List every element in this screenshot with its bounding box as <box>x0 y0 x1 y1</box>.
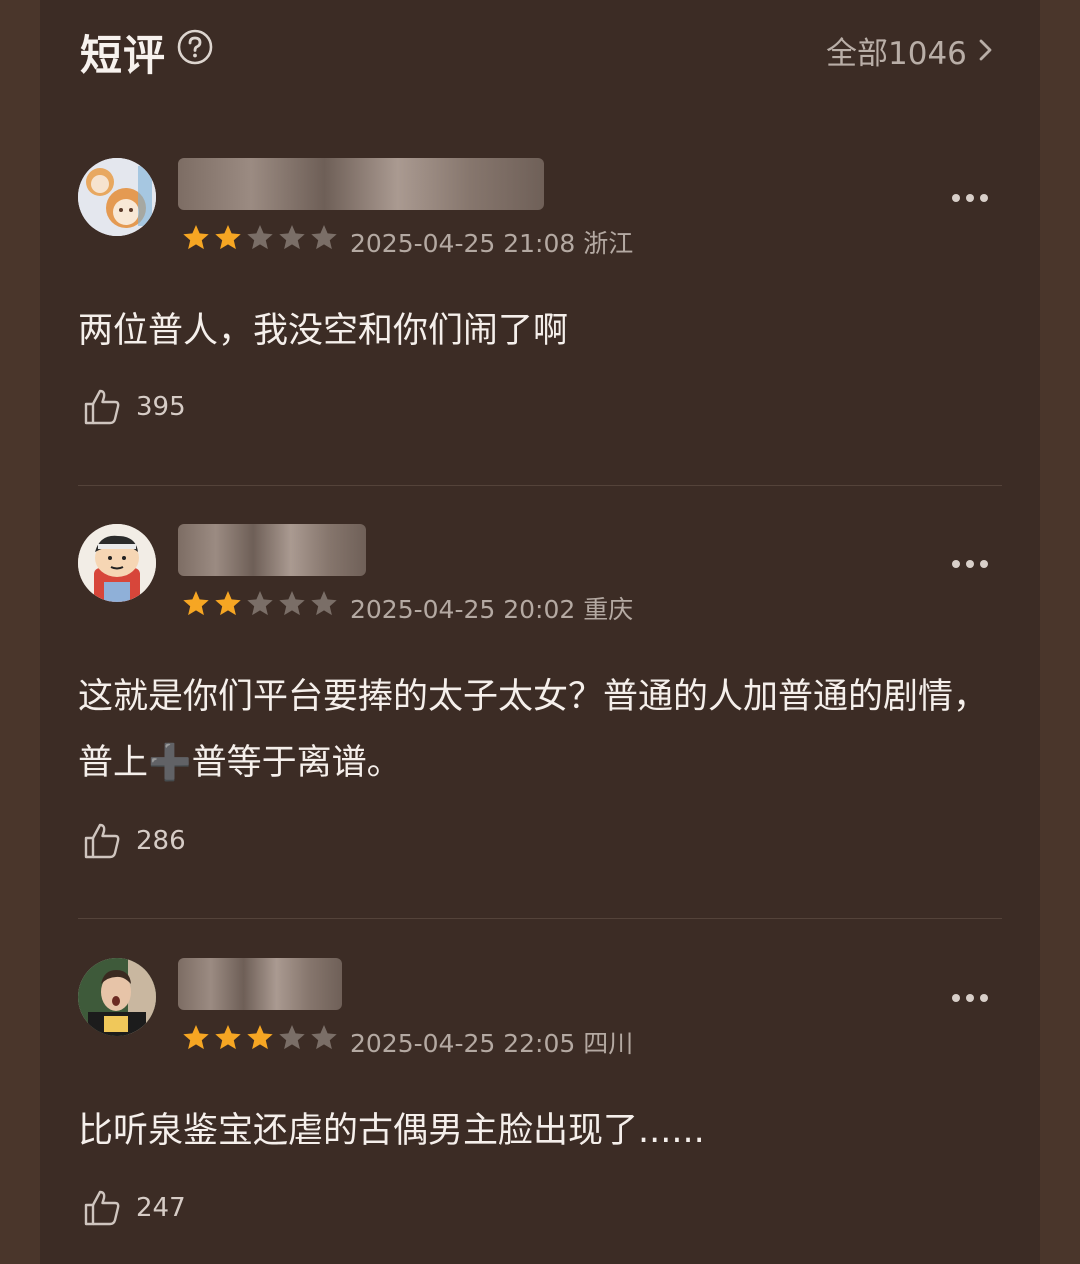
avatar[interactable] <box>78 158 156 236</box>
thumbs-up-icon <box>84 823 120 859</box>
star-empty-icon <box>311 591 337 616</box>
review-meta: 2025-04-25 22:05 四川 <box>350 1029 634 1058</box>
star-empty-icon <box>247 591 273 616</box>
left-margin <box>0 0 40 1264</box>
thumbs-up-icon <box>84 389 120 425</box>
review-meta: 2025-04-25 20:02 重庆 <box>350 595 634 624</box>
avatar-image <box>78 158 156 236</box>
review-meta: 2025-04-25 21:08 浙江 <box>350 229 634 258</box>
avatar-image <box>78 524 156 602</box>
star-empty-icon <box>311 1025 337 1050</box>
divider <box>78 918 1002 919</box>
star-rating <box>180 588 340 620</box>
view-all-link[interactable]: 全部1046 <box>826 30 995 72</box>
star-filled-icon <box>215 1025 241 1050</box>
like-button[interactable]: 286 <box>82 821 186 861</box>
star-empty-icon <box>311 225 337 250</box>
review-card: 2025-04-25 22:05 四川 比听泉鉴宝还虐的古偶男主脸出现了....… <box>78 958 1002 1258</box>
avatar-image <box>78 958 156 1036</box>
like-button[interactable]: 247 <box>82 1188 186 1228</box>
review-content: 比听泉鉴宝还虐的古偶男主脸出现了...... <box>78 1111 705 1151</box>
star-rating <box>180 222 340 254</box>
star-filled-icon <box>215 591 241 616</box>
username-blurred[interactable] <box>178 958 342 1010</box>
username-blurred[interactable] <box>178 524 366 576</box>
review-card: 2025-04-25 20:02 重庆 这就是你们平台要捧的太子太女？普通的人加… <box>78 524 1002 924</box>
more-options-icon[interactable] <box>950 992 990 1004</box>
like-count: 247 <box>136 1193 186 1223</box>
short-reviews-page: 短评 全部1046 2025-04-25 21:08 浙江 两位普人，我没空和你… <box>0 0 1080 1264</box>
star-filled-icon <box>247 1025 273 1050</box>
more-options-icon[interactable] <box>950 192 990 204</box>
star-rating <box>180 1022 340 1054</box>
star-empty-icon <box>279 1025 305 1050</box>
view-all-label: 全部1046 <box>826 35 967 72</box>
avatar[interactable] <box>78 958 156 1036</box>
section-title: 短评 <box>80 31 167 80</box>
chevron-right-icon <box>979 39 992 61</box>
review-card: 2025-04-25 21:08 浙江 两位普人，我没空和你们闹了啊 395 <box>78 158 1002 488</box>
more-options-icon[interactable] <box>950 558 990 570</box>
star-empty-icon <box>279 591 305 616</box>
review-content: 两位普人，我没空和你们闹了啊 <box>78 311 569 351</box>
star-filled-icon <box>183 1025 209 1050</box>
like-button[interactable]: 395 <box>82 387 186 427</box>
divider <box>78 485 1002 486</box>
star-empty-icon <box>247 225 273 250</box>
question-circle-icon[interactable] <box>177 29 213 65</box>
avatar[interactable] <box>78 524 156 602</box>
like-count: 286 <box>136 826 186 856</box>
right-margin <box>1040 0 1080 1264</box>
star-filled-icon <box>183 225 209 250</box>
star-filled-icon <box>215 225 241 250</box>
review-content: 这就是你们平台要捧的太子太女？普通的人加普通的剧情，普上➕普等于离谱。 <box>78 677 989 783</box>
star-filled-icon <box>183 591 209 616</box>
star-empty-icon <box>279 225 305 250</box>
thumbs-up-icon <box>84 1190 120 1226</box>
username-blurred[interactable] <box>178 158 544 210</box>
like-count: 395 <box>136 392 186 422</box>
